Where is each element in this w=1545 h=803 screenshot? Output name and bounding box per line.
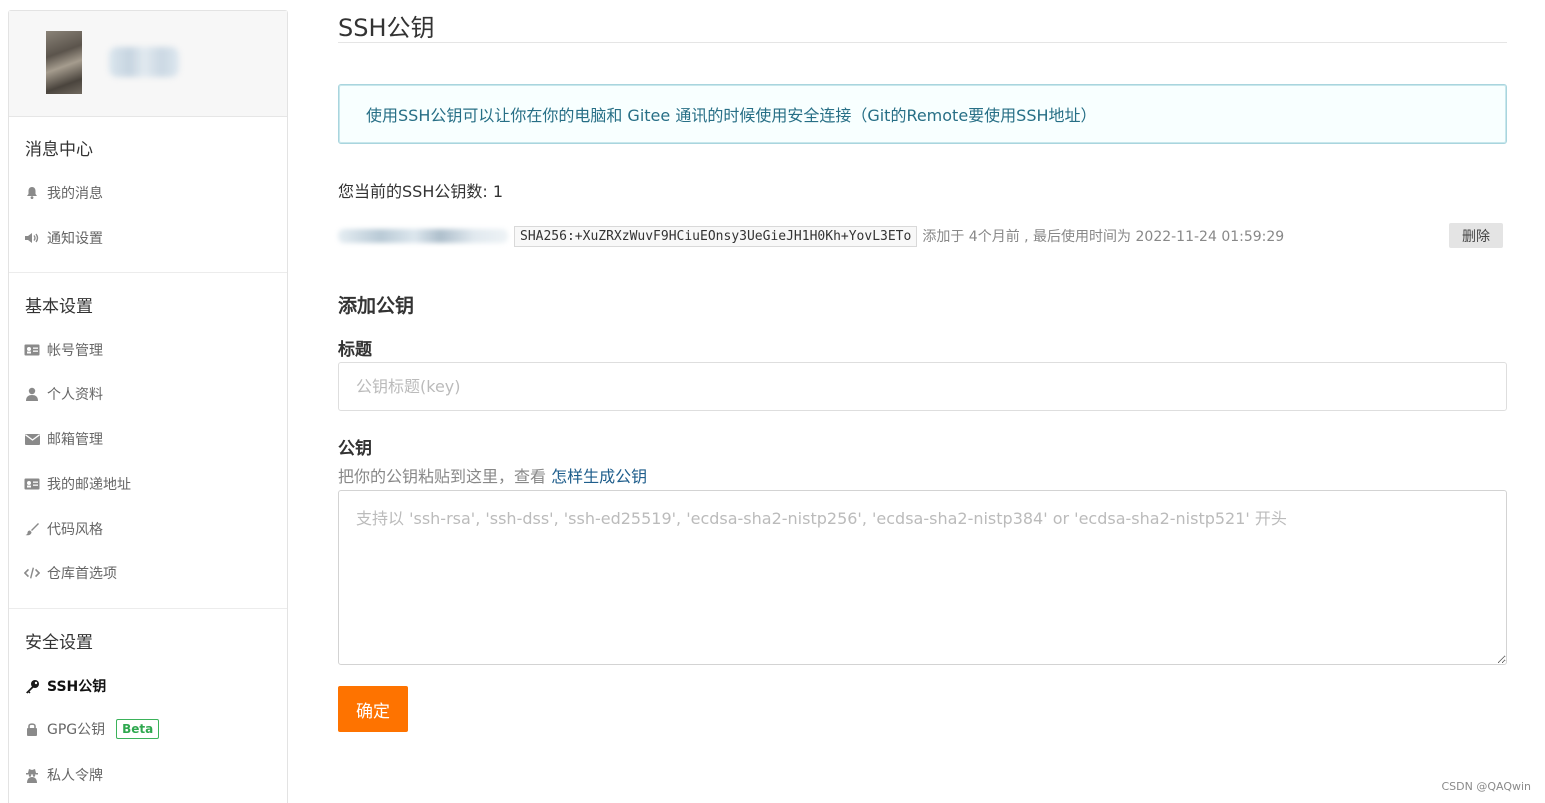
title-label: 标题 <box>338 340 372 360</box>
address-card-icon <box>24 476 40 492</box>
sidebar-item-my-messages[interactable]: 我的消息 <box>24 183 103 203</box>
section-title-security-settings: 安全设置 <box>25 633 93 653</box>
sidebar-item-profile[interactable]: 个人资料 <box>24 384 103 404</box>
sidebar-item-label: SSH公钥 <box>47 679 107 695</box>
sidebar-item-personal-tokens[interactable]: 私人令牌 <box>24 765 103 785</box>
add-key-heading: 添加公钥 <box>338 295 415 317</box>
sidebar-item-label: 代码风格 <box>47 522 103 538</box>
lock-icon <box>24 721 40 737</box>
key-title-redacted <box>338 229 508 243</box>
section-title-basic-settings: 基本设置 <box>25 297 93 317</box>
sidebar-item-label: 帐号管理 <box>47 343 103 359</box>
sidebar-item-label: 邮箱管理 <box>47 432 103 448</box>
sidebar-item-postal-address[interactable]: 我的邮递地址 <box>24 474 131 494</box>
ssh-key-count: 您当前的SSH公钥数: 1 <box>338 182 504 201</box>
speaker-icon <box>24 230 40 246</box>
username-redacted <box>109 47 179 77</box>
sidebar-item-account[interactable]: 帐号管理 <box>24 340 103 360</box>
divider <box>9 608 287 609</box>
page-title: SSH公钥 <box>338 14 435 42</box>
how-to-generate-key-link[interactable]: 怎样生成公钥 <box>551 467 647 486</box>
envelope-icon <box>24 431 40 447</box>
ssh-key-row: SHA256:+XuZRXzWuvF9HCiuEOnsy3UeGieJH1H0K… <box>338 222 1507 250</box>
code-icon <box>24 565 40 581</box>
title-divider <box>338 42 1507 43</box>
key-label: 公钥 <box>338 439 372 459</box>
sidebar-item-label: GPG公钥 <box>47 722 106 738</box>
profile-header <box>9 11 287 117</box>
submit-button[interactable]: 确定 <box>338 686 408 732</box>
section-title-message-center: 消息中心 <box>25 140 93 160</box>
sidebar-item-label: 仓库首选项 <box>47 566 117 582</box>
sidebar-item-code-style[interactable]: 代码风格 <box>24 519 103 539</box>
spy-icon <box>24 767 40 783</box>
key-title-input[interactable] <box>338 362 1507 411</box>
beta-badge: Beta <box>116 719 160 739</box>
key-meta: 添加于 4个月前 , 最后使用时间为 2022-11-24 01:59:29 <box>922 229 1285 245</box>
sidebar-item-ssh-keys[interactable]: SSH公钥 <box>24 676 106 696</box>
sidebar-item-label: 个人资料 <box>47 387 103 403</box>
key-helper-text: 把你的公钥粘贴到这里，查看 怎样生成公钥 <box>338 463 647 487</box>
bell-icon <box>24 185 40 201</box>
user-icon <box>24 386 40 402</box>
sidebar-item-label: 私人令牌 <box>47 768 103 784</box>
sidebar-item-gpg-keys[interactable]: GPG公钥 Beta <box>24 719 160 739</box>
sidebar-item-label: 我的消息 <box>47 186 103 202</box>
info-message-text: 使用SSH公钥可以让你在你的电脑和 Gitee 通讯的时候使用安全连接（Git的… <box>366 106 1097 125</box>
public-key-textarea[interactable] <box>338 490 1507 665</box>
sidebar-item-repo-preferences[interactable]: 仓库首选项 <box>24 563 117 583</box>
sidebar-item-notification-settings[interactable]: 通知设置 <box>24 228 103 248</box>
delete-key-button[interactable]: 删除 <box>1449 223 1503 248</box>
sidebar-item-label: 通知设置 <box>47 231 103 247</box>
divider <box>9 272 287 273</box>
key-icon <box>24 678 40 694</box>
settings-sidebar: 消息中心 我的消息 通知设置 基本设置 帐号管理 个人资料 邮箱管理 我的邮递地… <box>8 10 288 803</box>
helper-prefix: 把你的公钥粘贴到这里，查看 <box>338 467 552 486</box>
watermark: CSDN @QAQwin <box>1441 780 1531 793</box>
avatar[interactable] <box>46 31 82 94</box>
paintbrush-icon <box>24 521 40 537</box>
id-card-icon <box>24 342 40 358</box>
sidebar-item-email[interactable]: 邮箱管理 <box>24 429 103 449</box>
sidebar-item-label: 我的邮递地址 <box>47 477 131 493</box>
info-message: 使用SSH公钥可以让你在你的电脑和 Gitee 通讯的时候使用安全连接（Git的… <box>338 84 1507 144</box>
key-fingerprint: SHA256:+XuZRXzWuvF9HCiuEOnsy3UeGieJH1H0K… <box>514 225 918 247</box>
